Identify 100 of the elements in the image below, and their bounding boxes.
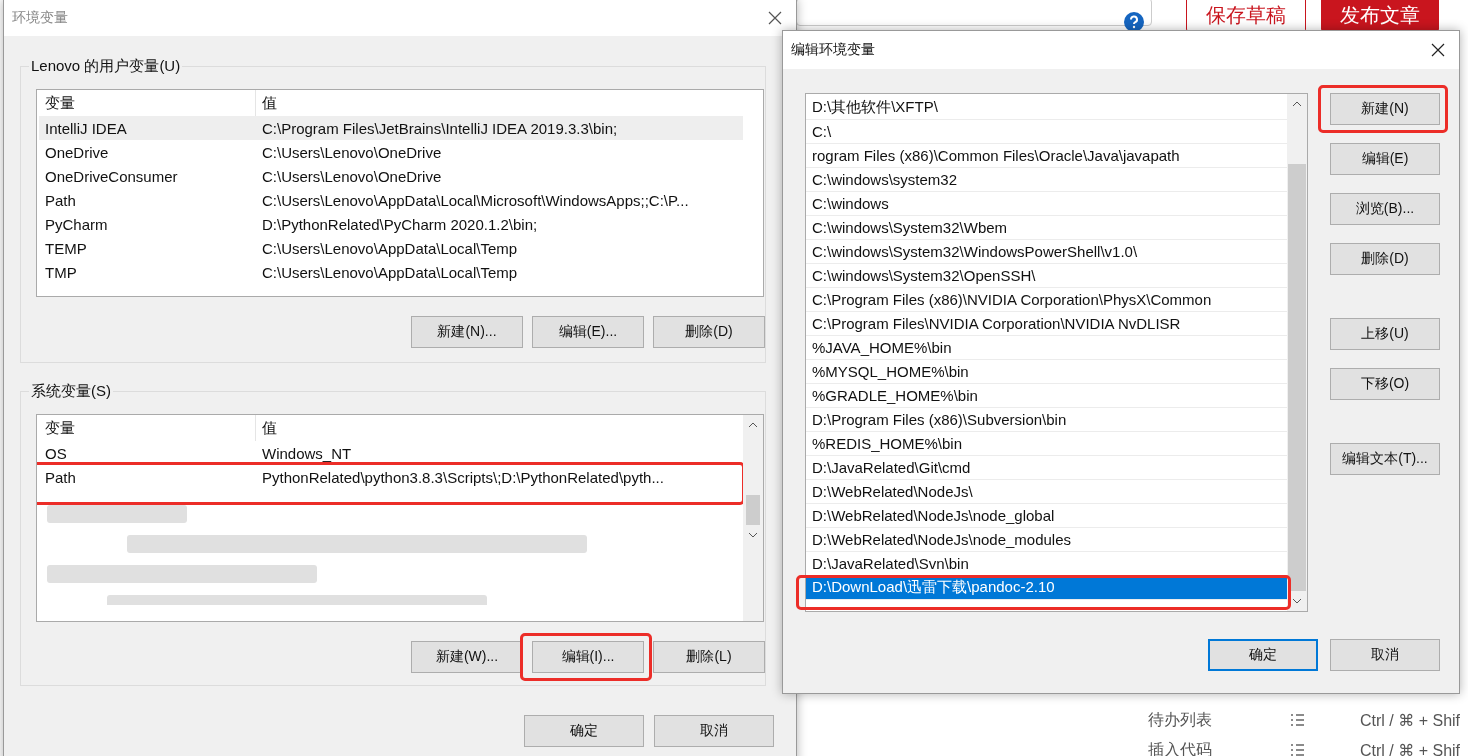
dialog-button[interactable]: 上移(U) [1330,318,1440,350]
path-text: D:\WebRelated\NodeJs\node_global [812,507,1055,524]
scrollbar[interactable] [743,415,763,621]
path-text: %MYSQL_HOME%\bin [812,363,969,380]
path-entry[interactable]: %REDIS_HOME%\bin [806,432,1287,456]
scrollbar[interactable] [1287,94,1307,611]
variable-value: C:\Program Files\JetBrains\IntelliJ IDEA 2019.3.3\bin; [261,119,618,137]
dialog-button[interactable]: 确定 [1208,639,1318,671]
dialog-button[interactable]: 编辑文本(T)... [1330,443,1440,475]
path-text: %REDIS_HOME%\bin [812,435,963,452]
path-entry[interactable]: C:\windows [806,192,1287,216]
scroll-down-icon[interactable] [1292,598,1302,604]
variable-row[interactable]: PyCharm D:\PythonRelated\PyCharm 2020.1.2\bin; [39,212,743,236]
dialog-button[interactable]: 新建(W)... [411,641,523,673]
path-text: C:\windows\System32\WindowsPowerShell\v1.0\ [812,243,1138,260]
path-entry[interactable]: D:\JavaRelated\Git\cmd [806,456,1287,480]
variable-list[interactable]: 变量 值 OS Windows_NT Path PythonRelated\python3.8.3\Scripts\;D:\PythonRelated\pyth... [36,414,764,622]
scroll-up-icon[interactable] [1292,101,1302,107]
scroll-down-icon[interactable] [748,532,758,538]
variable-row[interactable]: OneDrive C:\Users\Lenovo\OneDrive [39,140,743,164]
shortcut-keys: Ctrl / ⌘ + Shif [1360,710,1461,730]
path-text: D:\WebRelated\NodeJs\node_modules [812,531,1072,548]
dialog-button[interactable]: 新建(N) [1330,93,1440,125]
shortcut-label: 待办列表 [1148,709,1213,730]
scroll-thumb[interactable] [1288,164,1306,591]
column-header[interactable]: 值 [256,90,277,116]
group-title: Lenovo 的用户变量(U) [29,57,183,76]
dialog-button[interactable]: 删除(D) [653,316,765,348]
window-title: 编辑环境变量 [791,41,875,59]
dialog-button[interactable]: 取消 [1330,639,1440,671]
variable-value: C:\Users\Lenovo\OneDrive [261,167,442,185]
variable-row[interactable]: IntelliJ IDEA C:\Program Files\JetBrains\IntelliJ IDEA 2019.3.3\bin; [39,116,743,140]
path-entry[interactable]: %GRADLE_HOME%\bin [806,384,1287,408]
variable-row[interactable]: OS Windows_NT [39,441,743,465]
dialog-button[interactable]: 下移(O) [1330,368,1440,400]
path-entry[interactable]: C:\ [806,120,1287,144]
path-text: rogram Files (x86)\Common Files\Oracle\Java\javapath [812,147,1180,164]
variable-name: OneDriveConsumer [44,167,179,185]
path-entry[interactable]: C:\windows\System32\WindowsPowerShell\v1.0\ [806,240,1287,264]
path-text: C:\Program Files (x86)\NVIDIA Corporation\PhysX\Common [812,291,1212,308]
variable-name: PyCharm [44,215,109,233]
dialog-button[interactable]: 编辑(E) [1330,143,1440,175]
variable-row[interactable]: Path PythonRelated\python3.8.3\Scripts\;D:\PythonRelated\pyth... [39,465,743,489]
variable-value: D:\PythonRelated\PyCharm 2020.1.2\bin; [261,215,538,233]
path-entry[interactable]: D:\WebRelated\NodeJs\node_modules [806,528,1287,552]
shortcut-keys: Ctrl / ⌘ + Shif [1360,740,1461,756]
scroll-up-icon[interactable] [748,422,758,428]
path-entry[interactable]: C:\windows\System32\OpenSSH\ [806,264,1287,288]
path-text: C:\Program Files\NVIDIA Corporation\NVIDIA NvDLISR [812,315,1181,332]
path-entry[interactable]: D:\WebRelated\NodeJs\ [806,480,1287,504]
path-entry[interactable]: D:\其他软件\XFTP\ [806,96,1287,120]
column-header[interactable]: 变量 [39,415,256,441]
variable-name: TMP [44,263,78,281]
path-entry[interactable]: C:\windows\system32 [806,168,1287,192]
dialog-button[interactable]: 确定 [524,715,644,747]
variable-name: TEMP [44,239,88,257]
path-entry[interactable]: C:\windows\System32\Wbem [806,216,1287,240]
variable-row[interactable]: TMP C:\Users\Lenovo\AppData\Local\Temp [39,260,743,284]
variable-row[interactable]: Path C:\Users\Lenovo\AppData\Local\Microsoft\WindowsApps;;C:\P... [39,188,743,212]
path-text: D:\DownLoad\迅雷下载\pandoc-2.10 [812,578,1055,597]
dialog-button[interactable]: 浏览(B)... [1330,193,1440,225]
dialog-button[interactable]: 取消 [654,715,774,747]
path-text: D:\JavaRelated\Svn\bin [812,555,969,572]
dialog-button[interactable]: 编辑(I)... [532,641,644,673]
path-entry[interactable]: C:\Program Files\NVIDIA Corporation\NVIDIA NvDLISR [806,312,1287,336]
path-entry[interactable]: C:\Program Files (x86)\NVIDIA Corporation\PhysX\Common [806,288,1287,312]
column-header[interactable]: 值 [256,415,277,441]
list-icon [1290,713,1304,727]
path-entry[interactable]: D:\WebRelated\NodeJs\node_global [806,504,1287,528]
path-text: D:\JavaRelated\Git\cmd [812,459,971,476]
variable-value: C:\Users\Lenovo\AppData\Local\Microsoft\WindowsApps;;C:\P... [261,191,689,209]
variable-value: C:\Users\Lenovo\AppData\Local\Temp [261,263,518,281]
draft-button[interactable]: 保存草稿 [1186,0,1306,31]
path-text: %GRADLE_HOME%\bin [812,387,978,404]
path-entry[interactable]: %JAVA_HOME%\bin [806,336,1287,360]
path-entry[interactable]: D:\Program Files (x86)\Subversion\bin [806,408,1287,432]
path-text: D:\WebRelated\NodeJs\ [812,483,973,500]
path-entry[interactable]: D:\DownLoad\迅雷下载\pandoc-2.10 [806,576,1287,600]
publish-button[interactable]: 发布文章 [1321,0,1439,31]
dialog-button[interactable]: 编辑(E)... [532,316,644,348]
close-icon[interactable] [1431,43,1445,57]
path-entry[interactable]: rogram Files (x86)\Common Files\Oracle\Java\javapath [806,144,1287,168]
path-text: %JAVA_HOME%\bin [812,339,952,356]
dialog-button[interactable]: 新建(N)... [411,316,523,348]
variable-name: Path [44,468,77,486]
variable-value: Windows_NT [261,444,352,462]
scroll-thumb[interactable] [746,495,760,525]
variable-list[interactable] [36,89,764,297]
close-icon[interactable] [768,11,782,25]
path-text: C:\windows\System32\OpenSSH\ [812,267,1036,284]
variable-row[interactable]: TEMP C:\Users\Lenovo\AppData\Local\Temp [39,236,743,260]
path-text: C:\windows [812,195,889,212]
group-title: 系统变量(S) [29,382,113,401]
list-icon [1290,743,1304,756]
path-entry[interactable]: %MYSQL_HOME%\bin [806,360,1287,384]
variable-value: PythonRelated\python3.8.3\Scripts\;D:\PythonRelated\pyth... [261,468,664,486]
dialog-button[interactable]: 删除(D) [1330,243,1440,275]
dialog-button[interactable]: 删除(L) [653,641,765,673]
variable-row[interactable]: OneDriveConsumer C:\Users\Lenovo\OneDrive [39,164,743,188]
path-text: D:\其他软件\XFTP\ [812,98,938,117]
